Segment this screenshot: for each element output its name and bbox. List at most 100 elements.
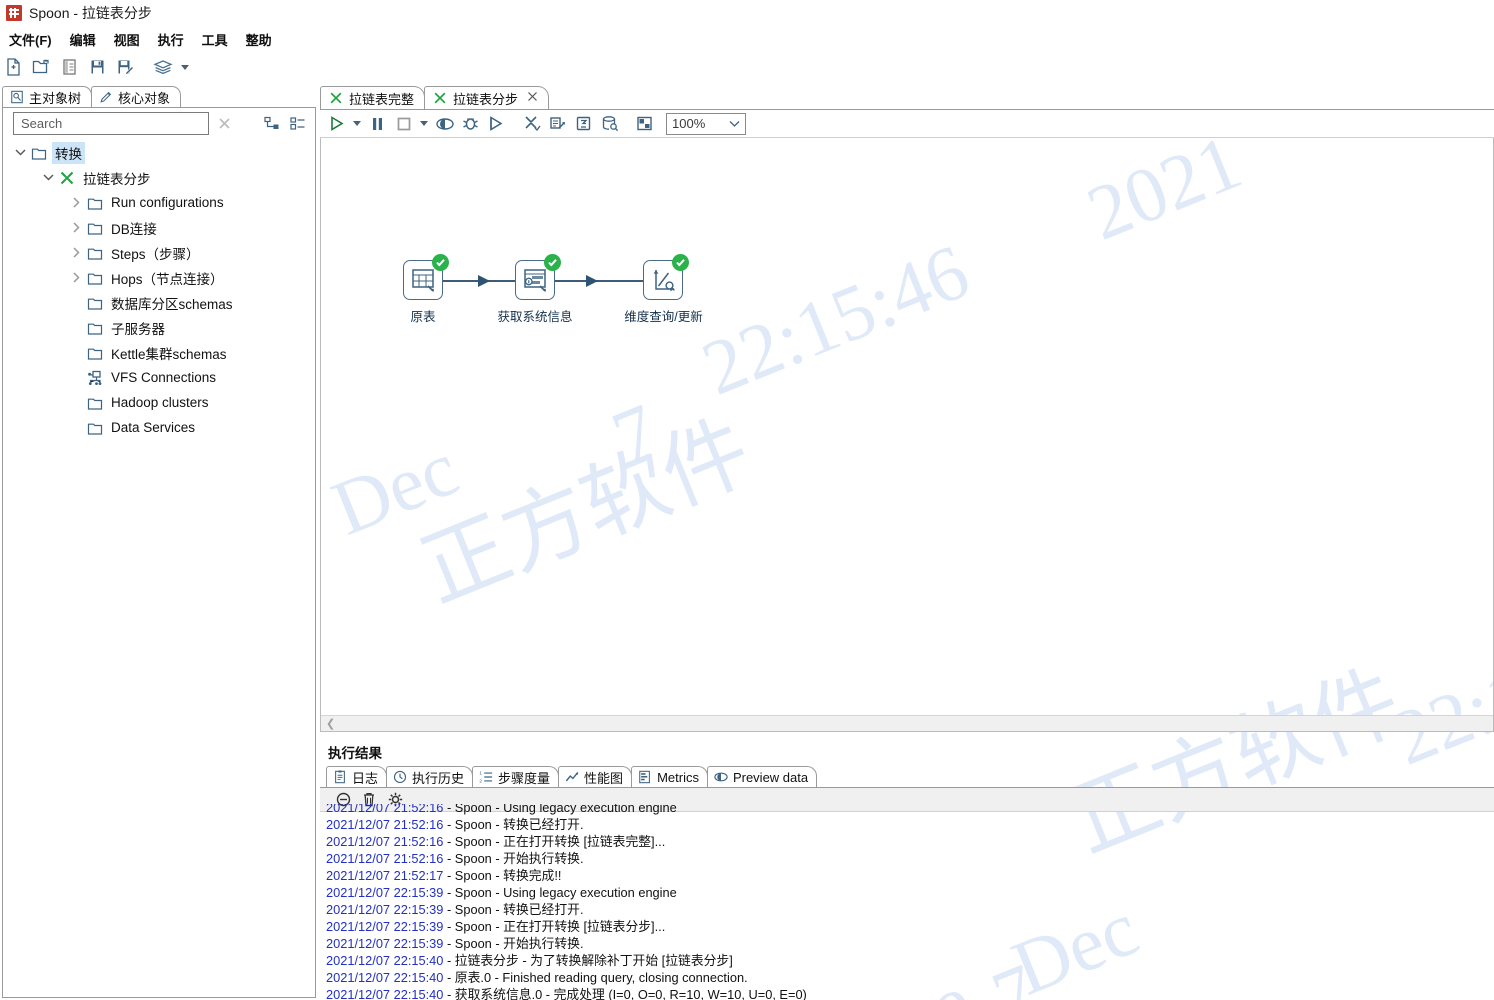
menu-file[interactable]: 文件(F) — [0, 29, 61, 50]
canvas-horizontal-scrollbar[interactable]: ❮ — [321, 715, 1493, 731]
tree-search-row — [3, 108, 315, 138]
left-tab-core-objects[interactable]: 核心对象 — [91, 86, 182, 107]
log-timestamp: 2021/12/07 21:52:16 — [326, 834, 444, 849]
tree-item-label: Run configurations — [111, 195, 224, 210]
step-node-get-system-info[interactable] — [515, 254, 561, 300]
tree-item-label: Data Services — [111, 420, 196, 435]
db-explore-icon[interactable] — [597, 112, 622, 136]
tree-item[interactable]: Hadoop clusters — [3, 390, 315, 415]
log-message: - Spoon - 正在打开转换 [拉链表分步]... — [443, 919, 666, 934]
menu-run[interactable]: 执行 — [149, 29, 193, 50]
menu-tools[interactable]: 工具 — [193, 29, 237, 50]
run-dropdown-caret-icon[interactable] — [350, 112, 364, 136]
editor-tab-label: 拉链表分步 — [453, 91, 519, 107]
results-tab[interactable]: Preview data — [706, 766, 818, 787]
results-tab[interactable]: 性能图 — [558, 766, 633, 787]
log-output[interactable]: 2021/12/07 21:52:16 - Spoon - Using lega… — [324, 804, 1494, 1000]
tree-item-label: Steps（步骤） — [111, 246, 200, 262]
tree-item[interactable]: Kettle集群schemas — [3, 340, 315, 365]
svg-text:1: 1 — [479, 771, 482, 777]
replay-icon[interactable] — [484, 112, 509, 136]
log-message: - 拉链表分步 - 为了转换解除补丁开始 [拉链表分步] — [443, 953, 733, 968]
chevron-down-icon[interactable] — [11, 140, 29, 165]
chevron-right-icon[interactable] — [67, 240, 85, 265]
fit-screen-icon[interactable] — [632, 112, 657, 136]
tree-item[interactable]: Run configurations — [3, 190, 315, 215]
tree-item[interactable]: 转换 — [3, 140, 315, 165]
search-input-wrapper[interactable] — [13, 111, 209, 135]
menu-view[interactable]: 视图 — [105, 29, 149, 50]
stop-icon[interactable] — [391, 112, 416, 136]
save-as-icon[interactable] — [112, 55, 138, 79]
sql-icon[interactable] — [571, 112, 596, 136]
chevron-right-icon[interactable] — [67, 190, 85, 215]
chevron-right-icon[interactable] — [67, 215, 85, 240]
menu-edit[interactable]: 编辑 — [61, 29, 105, 50]
tree-item[interactable]: Data Services — [3, 415, 315, 440]
transformation-icon — [433, 91, 447, 105]
log-message: - 原表.0 - Finished reading query, closing… — [443, 970, 748, 985]
log-line: 2021/12/07 22:15:39 - Spoon - Using lega… — [324, 884, 1494, 901]
impact-analysis-icon[interactable] — [545, 112, 570, 136]
tree-item[interactable]: Steps（步骤） — [3, 240, 315, 265]
chevron-right-icon[interactable] — [67, 265, 85, 290]
verify-icon[interactable] — [519, 112, 544, 136]
close-tab-icon[interactable] — [527, 91, 538, 105]
step-node-table-input[interactable] — [403, 254, 449, 300]
transformation-icon — [57, 170, 77, 186]
editor-tab-label: 拉链表完整 — [349, 91, 415, 107]
zoom-select[interactable]: 100% — [666, 112, 746, 135]
results-tab-label: 性能图 — [584, 770, 624, 786]
menu-help[interactable]: 整助 — [237, 29, 281, 50]
results-tab[interactable]: Metrics — [631, 766, 708, 787]
tree-item[interactable]: DB连接 — [3, 215, 315, 240]
results-tab[interactable]: 1 2 步骤度量 — [472, 766, 560, 787]
log-line: 2021/12/07 21:52:16 - Spoon - Using lega… — [324, 804, 1494, 816]
results-tab[interactable]: 日志 — [326, 766, 388, 787]
pause-icon[interactable] — [365, 112, 390, 136]
tree-item[interactable]: Hops（节点连接） — [3, 265, 315, 290]
chevron-left-icon[interactable]: ❮ — [321, 717, 335, 730]
run-icon[interactable] — [324, 112, 349, 136]
toolbar-overflow-caret-icon[interactable] — [178, 55, 192, 79]
chevron-down-icon[interactable] — [39, 165, 57, 190]
hop-arrow-icon — [586, 275, 598, 287]
stop-dropdown-caret-icon[interactable] — [417, 112, 431, 136]
debug-icon[interactable] — [458, 112, 483, 136]
tree-item-label: Hadoop clusters — [111, 395, 209, 410]
execution-results-panel: 执行结果 日志 执行历史 1 2 步骤度量 性能图 Metrics Preview data … — [320, 734, 1494, 1000]
step-label: 获取系统信息 — [497, 310, 573, 324]
new-file-icon[interactable] — [0, 55, 26, 79]
tree-item[interactable]: 拉链表分步 — [3, 165, 315, 190]
tree-item-label: 拉链表分步 — [83, 171, 151, 187]
log-line: 2021/12/07 22:15:39 - Spoon - 开始执行转换. — [324, 935, 1494, 952]
tree-item-label: Hops（节点连接） — [111, 271, 224, 287]
results-tab[interactable]: 执行历史 — [386, 766, 474, 787]
tree-item-label: VFS Connections — [111, 370, 217, 385]
expand-tree-icon[interactable] — [261, 112, 283, 134]
spoon-application-window: 2008TueDec722:15:462021正方软件正方软件722:1TueD… — [0, 0, 1494, 1000]
log-timestamp: 2021/12/07 21:52:16 — [326, 804, 444, 815]
step-node-dimension-lookup[interactable] — [643, 254, 689, 300]
left-tab-object-tree[interactable]: 主对象树 — [2, 86, 93, 107]
collapse-tree-icon[interactable] — [287, 112, 309, 134]
log-timestamp: 2021/12/07 22:15:39 — [326, 902, 444, 917]
clear-x-icon[interactable] — [213, 112, 235, 134]
tree-item[interactable]: VFS Connections — [3, 365, 315, 390]
save-icon[interactable] — [84, 55, 110, 79]
log-icon — [333, 770, 347, 784]
search-input[interactable] — [19, 114, 203, 132]
tree-item[interactable]: 数据库分区schemas — [3, 290, 315, 315]
log-line: 2021/12/07 22:15:40 - 获取系统信息.0 - 完成处理 (I… — [324, 986, 1494, 1000]
open-file-icon[interactable] — [28, 55, 54, 79]
editor-tab[interactable]: 拉链表完整 — [320, 86, 426, 109]
tree-item-label: 数据库分区schemas — [111, 296, 233, 312]
transformation-canvas[interactable]: 原表 获取系统信息 维度查询/更新 ❮ — [320, 138, 1494, 732]
explorer-icon[interactable] — [56, 55, 82, 79]
layers-icon[interactable] — [150, 55, 176, 79]
object-tree-icon — [10, 90, 24, 104]
preview-icon[interactable] — [432, 112, 457, 136]
left-tab-label: 主对象树 — [29, 90, 82, 106]
editor-tab[interactable]: 拉链表分步 — [424, 86, 550, 109]
tree-item[interactable]: 子服务器 — [3, 315, 315, 340]
